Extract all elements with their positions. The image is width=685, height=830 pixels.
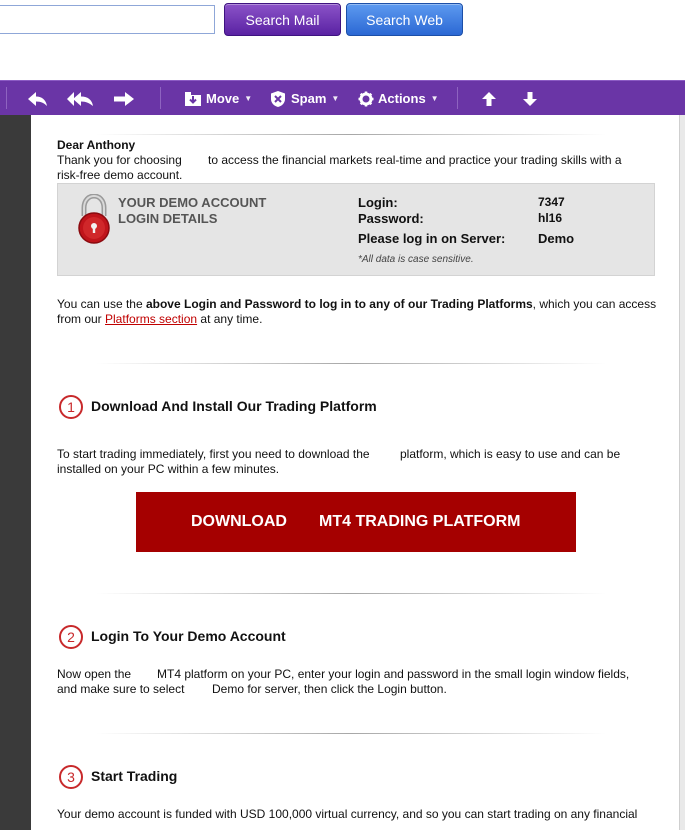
server-label: Please log in on Server:	[358, 231, 506, 246]
step-title: Login To Your Demo Account	[91, 628, 286, 644]
spam-label: Spam	[291, 91, 327, 106]
login-details-box: YOUR DEMO ACCOUNT LOGIN DETAILS Login: 7…	[57, 183, 655, 276]
search-bar: Search Mail Search Web	[0, 0, 685, 80]
step-text: and make sure to select	[57, 682, 185, 696]
password-value: hl16	[538, 211, 563, 225]
server-value: Demo	[538, 231, 575, 246]
left-rail	[0, 115, 31, 830]
scrollbar[interactable]	[679, 115, 685, 830]
platforms-paragraph: You can use the above Login and Password…	[57, 297, 657, 311]
search-web-button[interactable]: Search Web	[346, 3, 463, 36]
toolbar-divider	[457, 87, 458, 109]
step-text: Demo for server, then click the Login bu…	[212, 682, 447, 696]
toolbar-divider	[6, 87, 7, 109]
divider	[96, 593, 606, 594]
intro-text: Thank you for choosing	[57, 153, 182, 167]
move-label: Move	[206, 91, 240, 106]
search-input[interactable]	[0, 5, 215, 34]
message-toolbar: Move ▼ Spam ▼ Actions ▼	[0, 80, 685, 115]
greeting: Dear Anthony	[57, 138, 136, 152]
download-label: DOWNLOAD	[191, 513, 287, 530]
padlock-icon	[74, 193, 114, 247]
arrow-up-icon[interactable]	[481, 81, 497, 116]
divider	[96, 134, 606, 135]
download-platform-button[interactable]: DOWNLOAD MT4 TRADING PLATFORM	[136, 492, 576, 552]
step-title: Start Trading	[91, 768, 178, 784]
login-box-title: YOUR DEMO ACCOUNT LOGIN DETAILS	[118, 195, 267, 226]
divider	[96, 733, 606, 734]
arrow-down-icon[interactable]	[522, 81, 538, 116]
chevron-down-icon: ▼	[244, 94, 253, 103]
step-number-badge: 2	[59, 625, 83, 649]
step-text: To start trading immediately, first you …	[57, 447, 370, 461]
intro-text: to access the financial markets real-tim…	[208, 153, 622, 167]
gear-icon	[358, 91, 374, 107]
case-sensitive-note: *All data is case sensitive.	[358, 254, 474, 265]
step-text: platform, which is easy to use and can b…	[400, 447, 621, 461]
step-number-badge: 3	[59, 765, 83, 789]
login-value: 7347	[538, 195, 565, 209]
password-label: Password:	[358, 211, 424, 226]
shield-icon	[270, 90, 286, 108]
move-icon	[184, 91, 202, 107]
divider	[96, 363, 606, 364]
forward-icon[interactable]	[113, 81, 135, 116]
step-text: MT4 platform on your PC, enter your logi…	[157, 667, 630, 681]
step-text: Now open the	[57, 667, 132, 681]
move-button[interactable]: Move ▼	[184, 81, 252, 116]
actions-button[interactable]: Actions ▼	[358, 81, 439, 116]
platform-label: MT4 TRADING PLATFORM	[319, 513, 521, 530]
search-mail-button[interactable]: Search Mail	[224, 3, 341, 36]
reply-icon[interactable]	[27, 81, 49, 116]
login-label: Login:	[358, 195, 398, 210]
platforms-paragraph: from our Platforms section at any time.	[57, 312, 263, 326]
chevron-down-icon: ▼	[331, 94, 340, 103]
email-body: Dear Anthony Thank you for choosing to a…	[31, 115, 679, 830]
platforms-section-link[interactable]: Platforms section	[105, 312, 197, 326]
reply-all-icon[interactable]	[67, 81, 95, 116]
step-title: Download And Install Our Trading Platfor…	[91, 398, 377, 414]
step-text: Your demo account is funded with USD 100…	[57, 807, 638, 821]
step-number-badge: 1	[59, 395, 83, 419]
spam-button[interactable]: Spam ▼	[270, 81, 339, 116]
actions-label: Actions	[378, 91, 426, 106]
step-text: installed on your PC within a few minute…	[57, 462, 280, 476]
chevron-down-icon: ▼	[430, 94, 439, 103]
toolbar-divider	[160, 87, 161, 109]
intro-text: risk-free demo account.	[57, 168, 183, 182]
